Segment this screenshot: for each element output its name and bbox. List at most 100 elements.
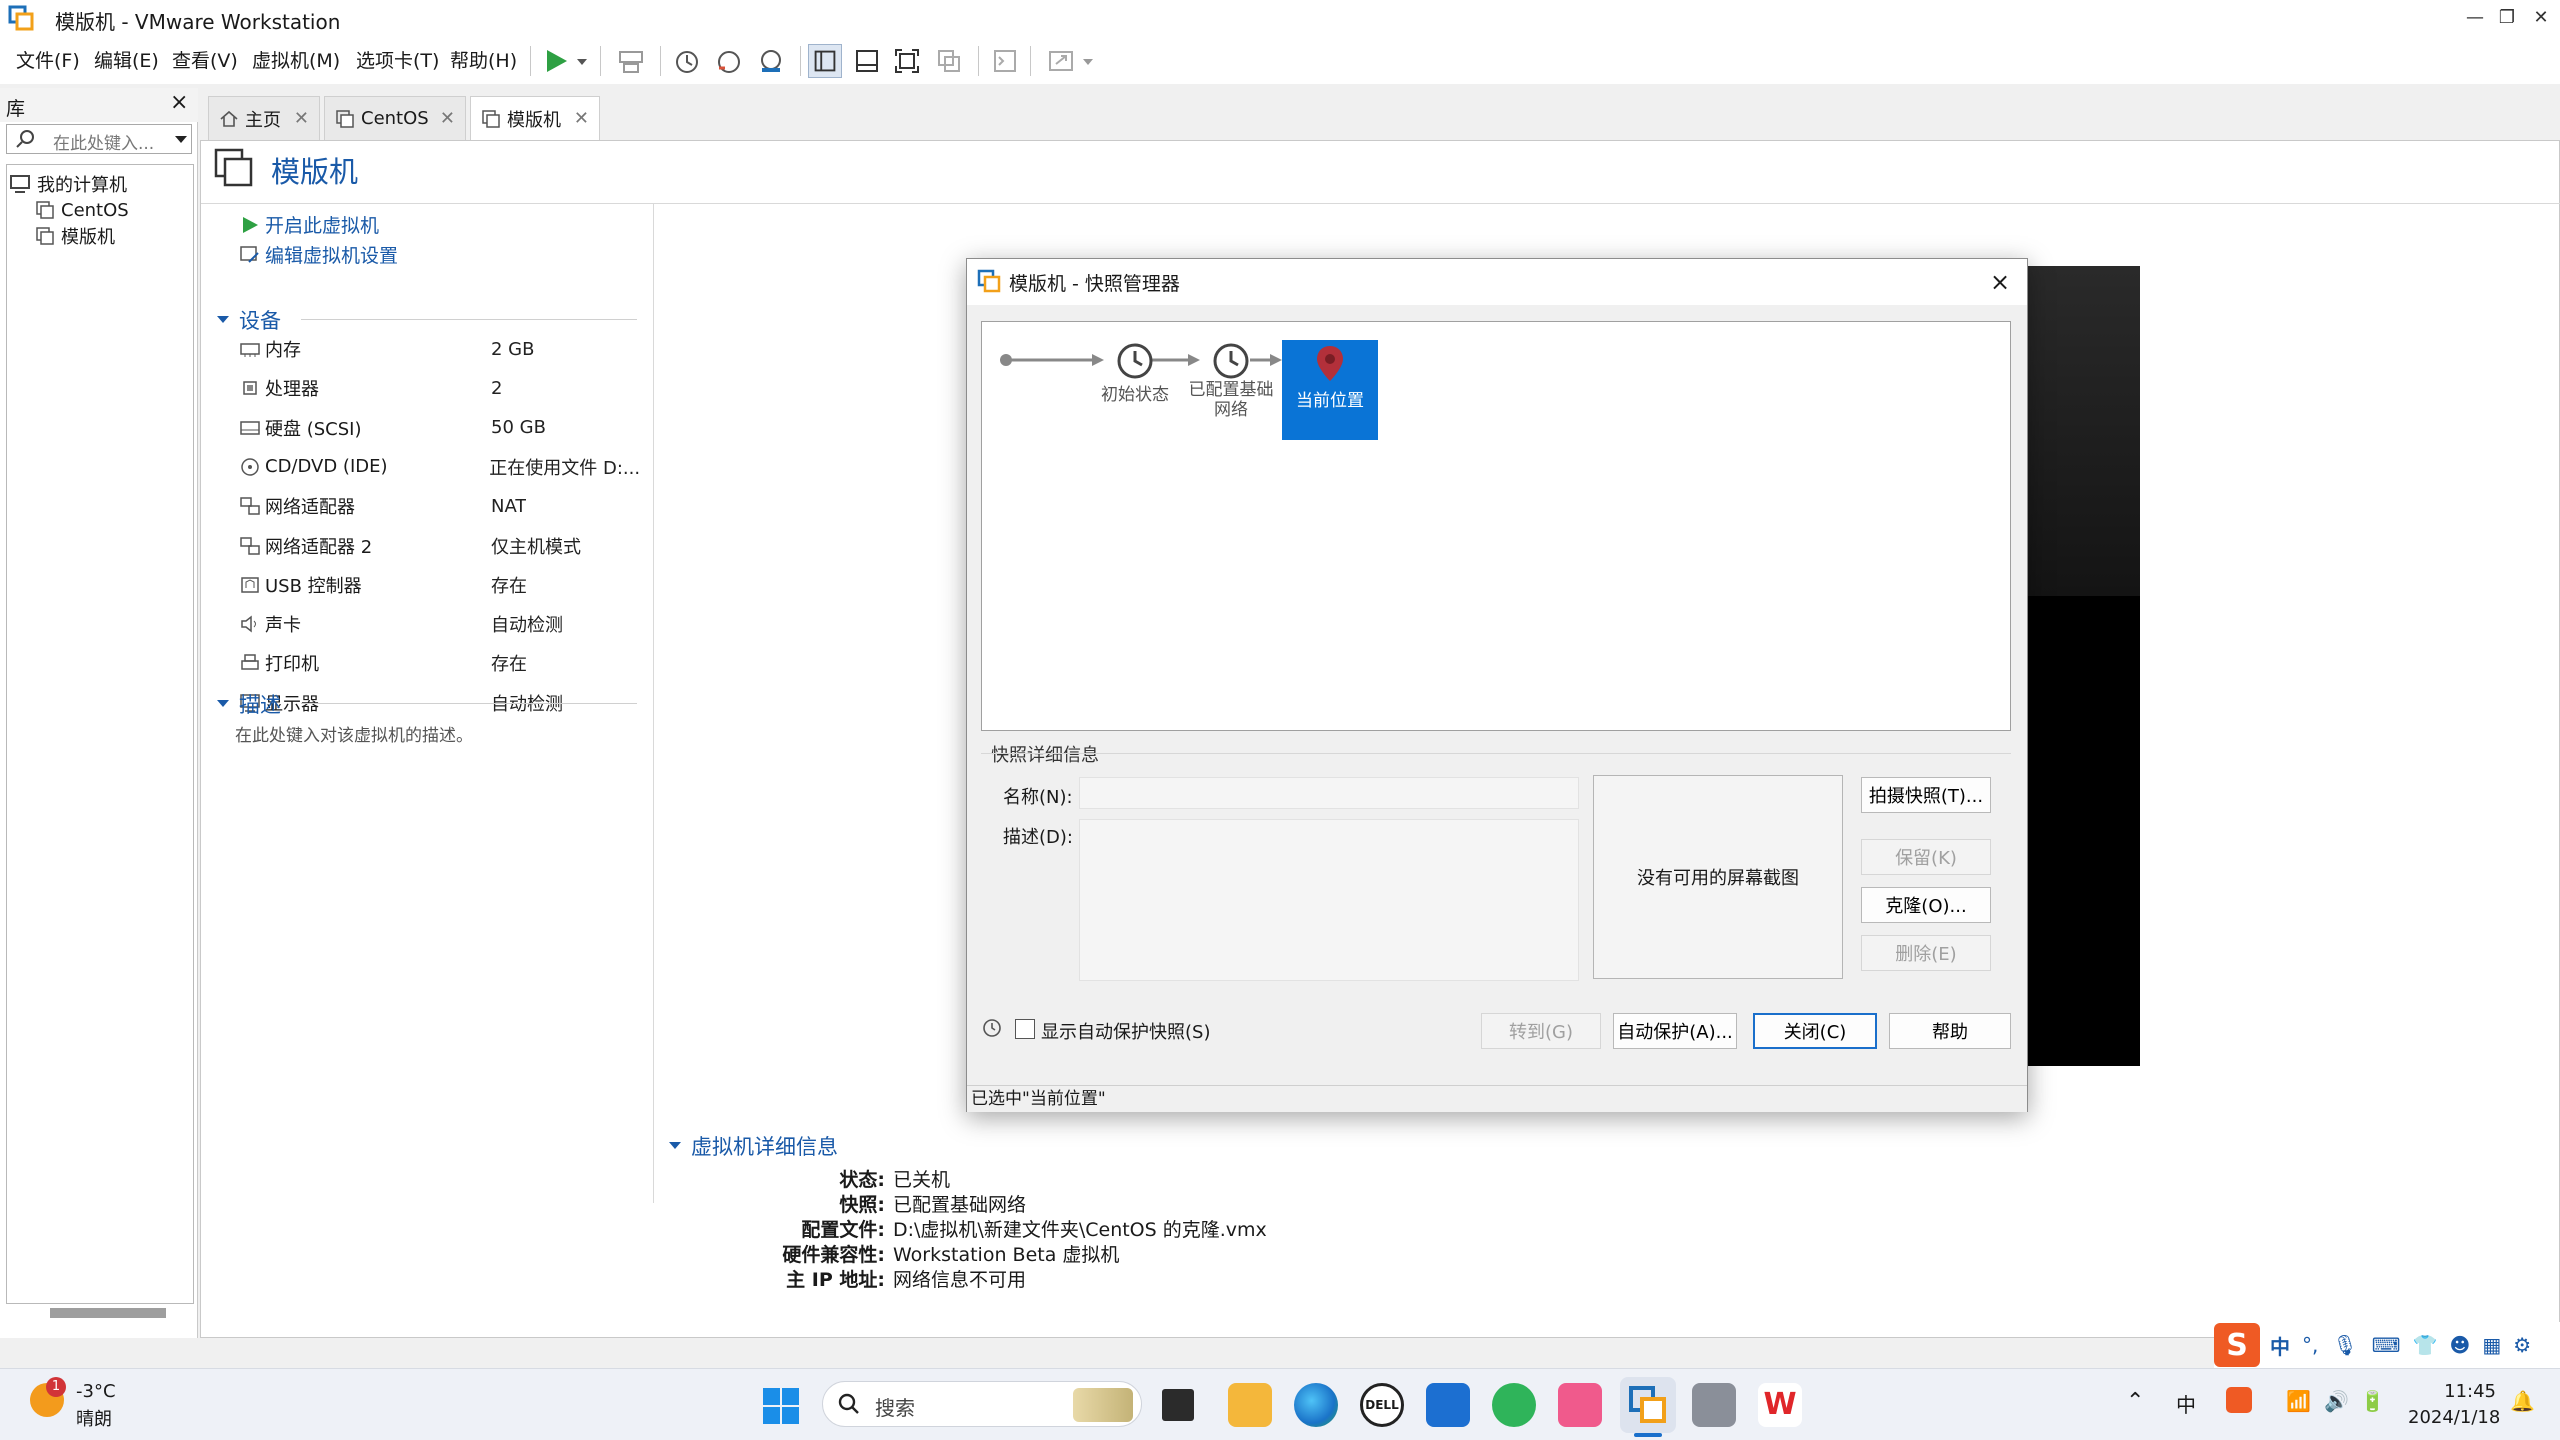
keep-snapshot-button[interactable]: 保留(K) [1861,839,1991,875]
power-on-icon[interactable] [540,44,574,78]
tree-item-centos[interactable]: CentOS [35,197,129,223]
ime-language-toggle[interactable]: 中 [2270,1331,2290,1360]
snapshot-node-initial[interactable]: 初始状态 [1100,342,1170,405]
menu-view[interactable]: 查看(V) [172,46,238,73]
snapshot-name-field[interactable] [1079,777,1579,809]
start-button[interactable] [762,1387,800,1425]
minimize-button[interactable]: — [2460,4,2490,32]
device-row[interactable]: 网络适配器 NAT [239,490,639,522]
vm-details-section-header[interactable]: 虚拟机详细信息 [667,1131,838,1161]
console-view-icon[interactable] [988,44,1022,78]
close-dialog-button[interactable]: 关闭(C) [1753,1013,1877,1049]
device-row[interactable]: 打印机 存在 [239,647,639,679]
edge-browser-icon[interactable] [1294,1383,1338,1427]
ime-emoji-icon[interactable]: ☻ [2450,1333,2471,1357]
clone-snapshot-button[interactable]: 克隆(O)... [1861,887,1991,923]
device-row[interactable]: 处理器 2 [239,372,639,404]
tab-close-icon[interactable]: ✕ [574,108,589,129]
close-window-button[interactable]: ✕ [2526,4,2556,32]
snapshot-desc-field[interactable] [1079,819,1579,981]
device-row[interactable]: 网络适配器 2 仅主机模式 [239,530,639,562]
menu-tabs[interactable]: 选项卡(T) [356,46,439,73]
dell-app-icon[interactable]: DELL [1360,1383,1404,1427]
search-dropdown-icon[interactable] [173,127,189,151]
clock-time[interactable]: 11:45 [2408,1381,2496,1402]
restore-button[interactable]: ❐ [2492,4,2522,32]
snapshot-node-current[interactable]: 当前位置 [1282,340,1378,440]
ime-indicator-icon[interactable]: 中 [2176,1389,2196,1418]
library-scrollbar[interactable] [50,1308,166,1318]
device-row[interactable]: 声卡 自动检测 [239,608,639,640]
volume-icon[interactable]: 🔊 [2324,1389,2349,1413]
stretch-guest-icon[interactable] [1044,44,1078,78]
snapshot-tree[interactable]: 初始状态 已配置基础 网络 当前位置 [981,321,2011,731]
ime-toolbox-icon[interactable]: ▦ [2482,1333,2501,1357]
device-row[interactable]: CD/DVD (IDE) 正在使用文件 D:... [239,451,639,483]
device-row[interactable]: USB 控制器 存在 [239,569,639,601]
power-dropdown-icon[interactable] [574,44,590,78]
show-hidden-icons[interactable]: ⌃ [2126,1389,2144,1414]
library-close-button[interactable]: × [170,90,188,115]
tab-close-icon[interactable]: ✕ [294,108,309,129]
tab-home[interactable]: 主页 ✕ [208,96,320,140]
take-snapshot-button[interactable]: 拍摄快照(T)... [1861,777,1991,813]
network-icon [239,535,261,557]
file-explorer-icon[interactable] [1228,1383,1272,1427]
wifi-icon[interactable]: 📶 [2286,1389,2311,1413]
tree-item-my-computer[interactable]: 我的计算机 [9,171,127,197]
ime-voice-icon[interactable]: 🎙 [2332,1333,2357,1357]
snapshot-manager-icon[interactable] [754,44,788,78]
ime-settings-icon[interactable]: ⚙ [2513,1333,2531,1357]
send-ctrl-alt-del-icon[interactable] [614,44,648,78]
library-search[interactable]: 在此处键入... [6,124,192,154]
revert-snapshot-icon[interactable] [712,44,746,78]
dialog-close-button[interactable]: × [1983,265,2017,299]
sogou-logo-icon[interactable]: S [2214,1323,2260,1367]
menu-bar: 文件(F) 编辑(E) 查看(V) 虚拟机(M) 选项卡(T) 帮助(H) [0,36,2560,84]
battery-icon[interactable]: 🔋 [2360,1389,2385,1413]
bilibili-icon[interactable] [1558,1383,1602,1427]
tab-close-icon[interactable]: ✕ [440,108,455,129]
wps-office-icon[interactable]: W [1758,1383,1802,1427]
snapshot-node-network[interactable]: 已配置基础 网络 [1174,342,1288,420]
autoprotect-button[interactable]: 自动保护(A)... [1613,1013,1737,1049]
detail-key: 硬件兼容性: [782,1244,885,1266]
menu-edit[interactable]: 编辑(E) [94,46,159,73]
ime-punctuation-icon[interactable]: °, [2302,1333,2318,1357]
task-view-icon[interactable] [1162,1389,1194,1421]
show-library-icon[interactable] [808,44,842,78]
tab-centos[interactable]: CentOS ✕ [324,96,466,140]
description-placeholder[interactable]: 在此处键入对该虚拟机的描述。 [235,721,473,746]
ime-keyboard-icon[interactable]: ⌨ [2372,1333,2401,1357]
show-autoprotect-checkbox[interactable] [1015,1019,1035,1039]
delete-snapshot-button[interactable]: 删除(E) [1861,935,1991,971]
thumbnail-bar-icon[interactable] [850,44,884,78]
unity-mode-icon[interactable] [932,44,966,78]
menu-file[interactable]: 文件(F) [16,46,80,73]
sogou-tray-icon[interactable] [2226,1387,2252,1413]
vm-manager-icon[interactable] [1692,1383,1736,1427]
fullscreen-icon[interactable] [890,44,924,78]
device-row[interactable]: 硬盘 (SCSI) 50 GB [239,412,639,444]
start-vm-link[interactable]: 开启此虚拟机 [239,211,379,238]
devices-section-header[interactable]: 设备 [215,305,281,335]
clock-date[interactable]: 2024/1/18 [2408,1407,2500,1428]
microsoft-store-icon[interactable] [1426,1383,1470,1427]
edit-vm-settings-link[interactable]: 编辑虚拟机设置 [239,241,398,268]
device-name: 网络适配器 2 [265,536,373,558]
help-button[interactable]: 帮助 [1889,1013,2011,1049]
goto-snapshot-button[interactable]: 转到(G) [1481,1013,1601,1049]
ime-skin-icon[interactable]: 👕 [2413,1333,2438,1357]
description-section-header[interactable]: 描述 [215,689,281,719]
wechat-icon[interactable] [1492,1383,1536,1427]
notification-bell-icon[interactable]: 🔔 [2510,1389,2535,1413]
tree-item-template[interactable]: 模版机 [35,223,115,249]
vmware-taskbar-icon[interactable] [1620,1377,1676,1433]
device-row[interactable]: 内存 2 GB [239,333,639,365]
tab-template[interactable]: 模版机 ✕ [470,96,600,140]
take-snapshot-icon[interactable] [670,44,704,78]
menu-vm[interactable]: 虚拟机(M) [252,46,340,73]
taskbar-search-box[interactable]: 搜索 [822,1381,1142,1427]
menu-help[interactable]: 帮助(H) [450,46,517,73]
stretch-dropdown-icon[interactable] [1080,44,1096,78]
